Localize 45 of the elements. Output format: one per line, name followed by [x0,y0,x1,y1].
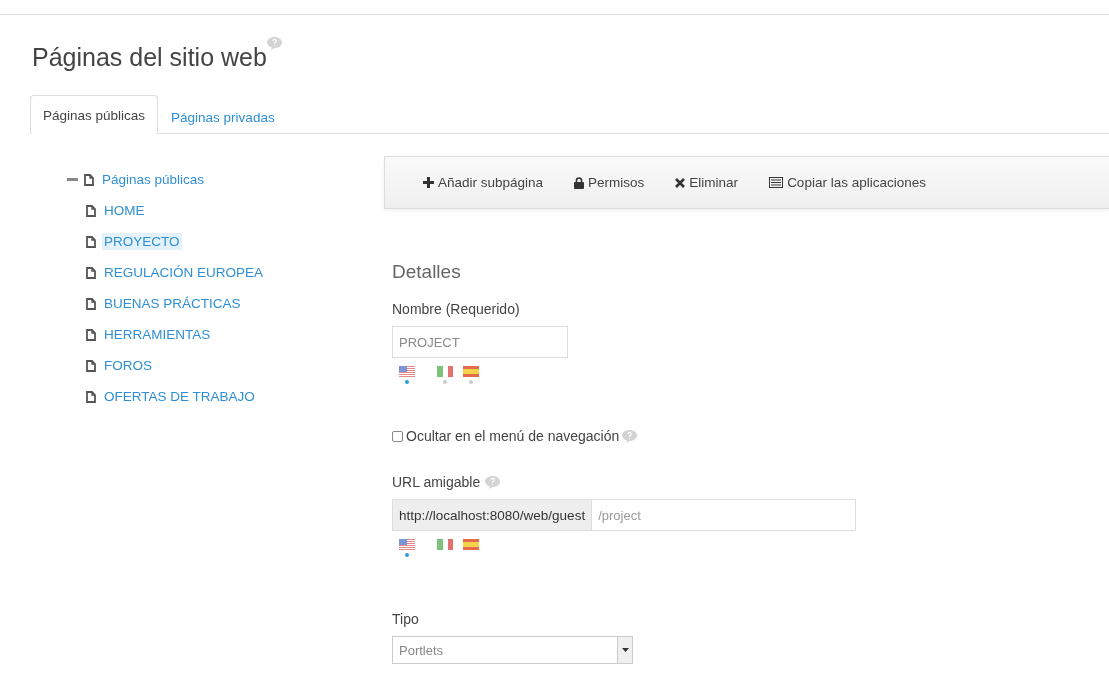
page-icon [86,266,96,279]
page-icon [86,328,96,341]
tree-item[interactable]: FOROS [102,357,154,374]
field-label: Tipo [392,611,419,627]
help-icon [622,429,638,443]
url-field[interactable]: /project [592,499,856,531]
checkbox-label: Ocultar en el menú de navegación [406,428,620,444]
field-label: URL amigable [392,474,481,490]
tree-item[interactable]: OFERTAS DE TRABAJO [102,388,257,405]
page-icon [86,204,96,217]
page-icon [86,359,96,372]
tree-item[interactable]: PROYECTO [102,233,182,250]
page-title: Páginas del sitio web [32,43,267,72]
tree-item[interactable]: HOME [102,202,147,219]
language-flag-button[interactable] [399,366,415,384]
plus-icon [423,177,434,188]
language-flag-button[interactable] [437,366,453,384]
tree-item[interactable]: Páginas públicas [100,171,207,188]
page-icon [86,235,96,248]
tree-item[interactable]: BUENAS PRÁCTICAS [102,295,243,312]
language-flag-button[interactable] [399,539,415,557]
close-icon [675,177,686,188]
page-icon [86,390,96,403]
list-icon [769,177,784,188]
url-prefix: http://localhost:8080/web/guest [392,499,593,531]
tree-item[interactable]: REGULACIÓN EUROPEA [102,264,266,281]
caret-icon [621,648,629,652]
tab[interactable]: Páginas privadas [158,99,288,134]
page-icon [84,173,94,186]
checkbox[interactable] [392,430,403,442]
tree-item[interactable]: HERRAMIENTAS [102,326,213,343]
help-icon [485,475,501,489]
tab[interactable]: Páginas públicas [30,95,159,134]
section-heading: Detalles [392,261,462,283]
field-label: Nombre (Requerido) [392,301,520,317]
language-flag-button[interactable] [463,366,479,384]
name-field[interactable]: PROJECT [392,326,568,358]
toolbar-button[interactable]: Copiar las aplicaciones [769,175,926,190]
type-dropdown[interactable]: Portlets [392,636,633,664]
lock-icon [574,176,585,189]
toolbar-button[interactable]: Añadir subpágina [423,175,544,190]
page-icon [86,297,96,310]
toolbar-button[interactable]: Eliminar [675,175,739,190]
toolbar-button[interactable]: Permisos [574,175,645,190]
help-icon [266,37,282,50]
